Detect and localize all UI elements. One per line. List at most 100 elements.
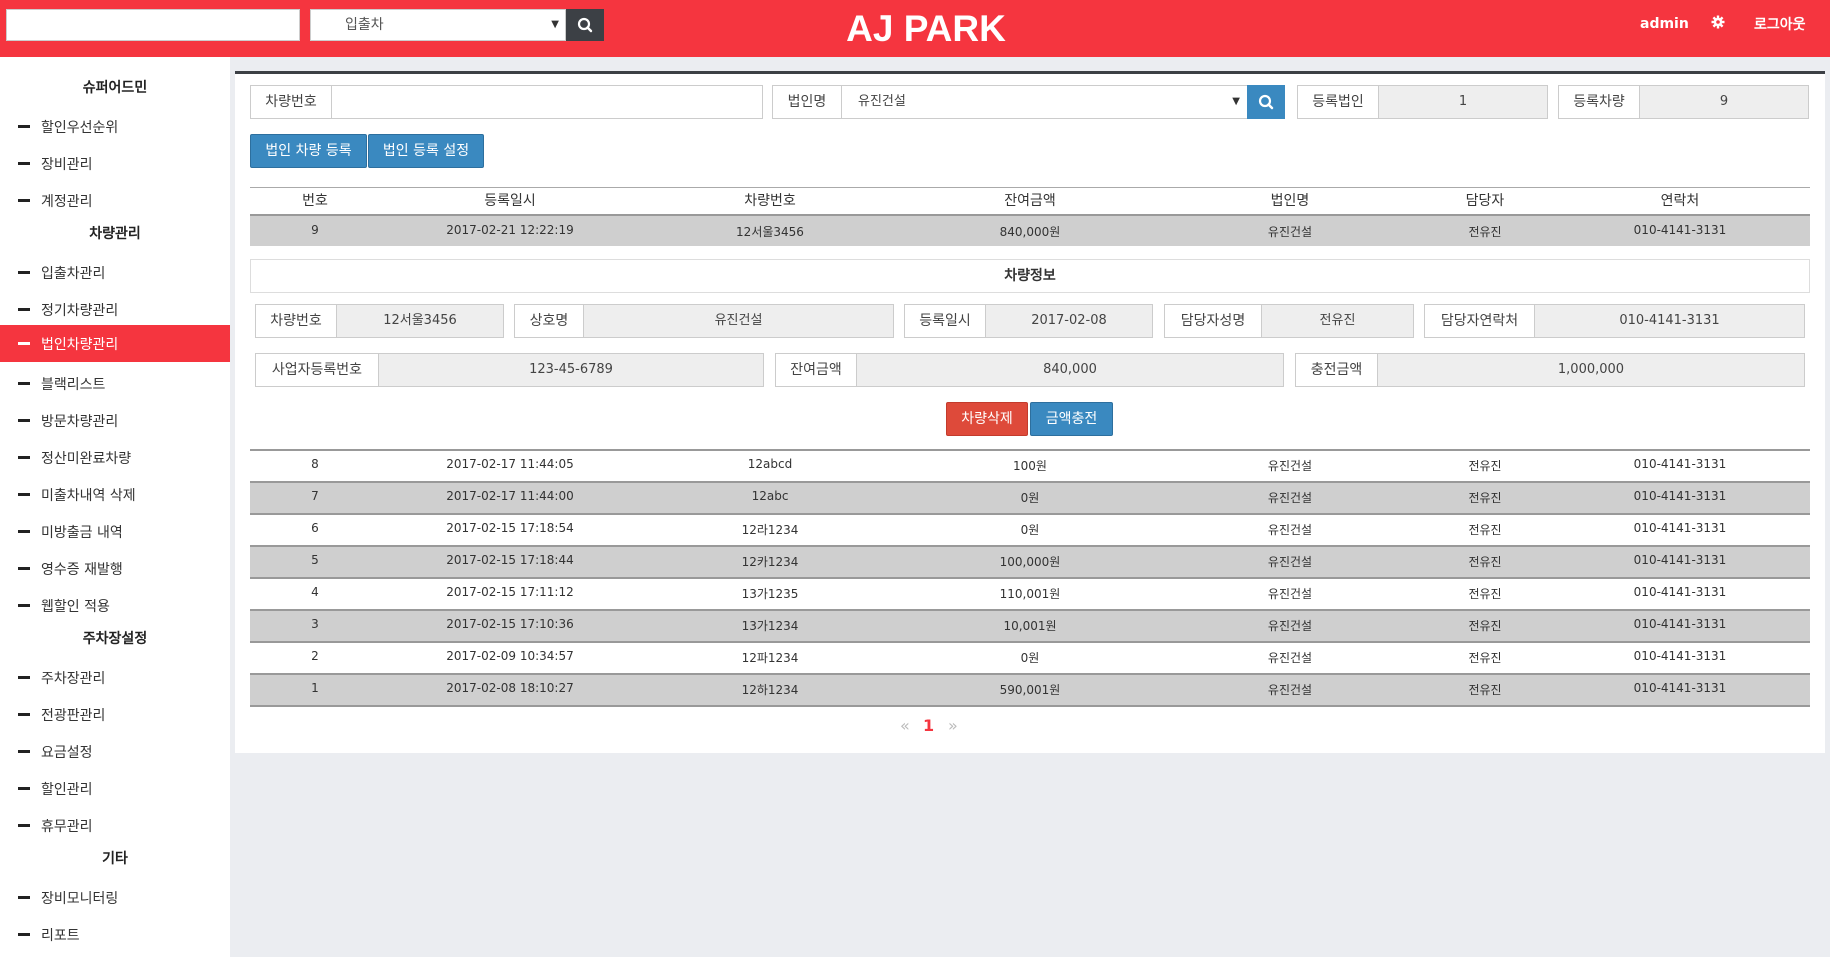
corp-name-select[interactable]: 유진건설 ▼	[842, 86, 1248, 118]
cell-corp-name: 유진건설	[1267, 587, 1313, 601]
user-name-link[interactable]: admin	[1640, 16, 1689, 32]
cell-corp-name: 유진건설	[1267, 491, 1313, 505]
column-header-phone: 연락처	[1660, 193, 1700, 209]
global-category-select[interactable]: 입출차 ▼	[310, 9, 566, 41]
table-row[interactable]: 3 2017-02-15 17:10:36 13가1234 10,001원 유진…	[250, 609, 1810, 641]
sidebar-item-label: 법인차량관리	[41, 337, 119, 353]
detail-contact: 담당자연락처 010-4141-3131	[1424, 304, 1805, 338]
cell-no: 9	[311, 223, 319, 237]
detail-contact-value: 010-4141-3131	[1535, 305, 1804, 337]
sidebar-group-superadmin: 슈퍼어드민	[82, 80, 148, 96]
sidebar-item-corporate-vehicle[interactable]: 법인차량관리	[0, 325, 230, 362]
sidebar-item-web-discount[interactable]: 웹할인 적용	[0, 587, 230, 624]
table-row[interactable]: 6 2017-02-15 17:18:54 12라1234 0원 유진건설 전유…	[250, 513, 1810, 545]
dash-icon	[18, 787, 30, 790]
dash-icon	[18, 604, 30, 607]
sidebar-group-vehicle: 차량관리	[89, 226, 141, 242]
dash-icon	[18, 382, 30, 385]
cell-reg-date: 2017-02-17 11:44:05	[446, 457, 574, 471]
cell-phone: 010-4141-3131	[1633, 223, 1727, 237]
sidebar-item-blacklist[interactable]: 블랙리스트	[0, 365, 230, 402]
global-search-input[interactable]	[6, 9, 300, 41]
table-row[interactable]: 4 2017-02-15 17:11:12 13가1235 110,001원 유…	[250, 577, 1810, 609]
sidebar-item-unpaid-exit[interactable]: 미방출금 내역	[0, 513, 230, 550]
cell-corp-name: 유진건설	[1267, 683, 1313, 697]
sidebar-item-visitor-vehicle[interactable]: 방문차량관리	[0, 402, 230, 439]
sidebar-item-device-management[interactable]: 장비관리	[0, 145, 230, 182]
cell-balance: 110,001원	[999, 587, 1061, 601]
sidebar-item-display-board[interactable]: 전광판관리	[0, 696, 230, 733]
car-number-filter-input[interactable]	[332, 86, 762, 118]
dash-icon	[18, 271, 30, 274]
delete-vehicle-button[interactable]: 차량삭제	[946, 402, 1028, 436]
search-icon	[577, 17, 593, 33]
cell-phone: 010-4141-3131	[1633, 553, 1727, 567]
pagination: « 1 »	[890, 716, 970, 740]
sidebar-item-report[interactable]: 리포트	[0, 916, 230, 953]
cell-reg-date: 2017-02-17 11:44:00	[446, 489, 574, 503]
cell-manager: 전유진	[1468, 491, 1502, 505]
table-row[interactable]: 5 2017-02-15 17:18:44 12카1234 100,000원 유…	[250, 545, 1810, 577]
sidebar-item-label: 정산미완료차량	[41, 451, 132, 467]
sidebar-item-regular-vehicle[interactable]: 정기차량관리	[0, 291, 230, 328]
registered-corp-label: 등록법인	[1298, 86, 1379, 118]
column-header-no: 번호	[302, 193, 328, 209]
corp-name-filter-label: 법인명	[773, 86, 842, 118]
global-search-button[interactable]	[566, 9, 604, 41]
dash-icon	[18, 419, 30, 422]
sidebar-item-discount-priority[interactable]: 할인우선순위	[0, 108, 230, 145]
detail-reg-date: 등록일시 2017-02-08	[904, 304, 1153, 338]
pagination-prev[interactable]: «	[900, 716, 910, 735]
cell-manager: 전유진	[1468, 225, 1502, 239]
table-row[interactable]: 1 2017-02-08 18:10:27 12하1234 590,001원 유…	[250, 673, 1810, 707]
settings-button[interactable]	[1710, 14, 1726, 30]
cell-reg-date: 2017-02-09 10:34:57	[446, 649, 574, 663]
table-row[interactable]: 2 2017-02-09 10:34:57 12파1234 0원 유진건설 전유…	[250, 641, 1810, 673]
sidebar-item-receipt-reissue[interactable]: 영수증 재발행	[0, 550, 230, 587]
column-header-manager: 담당자	[1465, 193, 1505, 209]
dash-icon	[18, 342, 30, 345]
register-corp-car-button[interactable]: 법인 차량 등록	[250, 134, 367, 168]
sidebar-item-parking-lot[interactable]: 주차장관리	[0, 659, 230, 696]
cell-phone: 010-4141-3131	[1633, 649, 1727, 663]
cell-balance: 0원	[1020, 651, 1040, 665]
dash-icon	[18, 933, 30, 936]
sidebar-item-fee-settings[interactable]: 요금설정	[0, 733, 230, 770]
cell-manager: 전유진	[1468, 683, 1502, 697]
detail-reg-date-label: 등록일시	[905, 305, 986, 337]
corp-registration-settings-button[interactable]: 법인 등록 설정	[368, 134, 484, 168]
sidebar-item-discount-management[interactable]: 할인관리	[0, 770, 230, 807]
sidebar-item-delete-unexited[interactable]: 미출차내역 삭제	[0, 476, 230, 513]
pagination-page-1[interactable]: 1	[923, 716, 934, 735]
charge-amount-button[interactable]: 금액충전	[1030, 402, 1113, 436]
cell-car-number: 12abc	[751, 489, 789, 503]
dash-icon	[18, 824, 30, 827]
sidebar-item-label: 할인관리	[41, 782, 93, 798]
detail-balance-label: 잔여금액	[776, 354, 857, 386]
sidebar-item-holiday-management[interactable]: 휴무관리	[0, 807, 230, 844]
cell-manager: 전유진	[1468, 651, 1502, 665]
table-row[interactable]: 8 2017-02-17 11:44:05 12abcd 100원 유진건설 전…	[250, 449, 1810, 481]
table-row[interactable]: 7 2017-02-17 11:44:00 12abc 0원 유진건설 전유진 …	[250, 481, 1810, 513]
cell-no: 4	[311, 585, 319, 599]
brand-logo[interactable]: AJ PARK	[826, 6, 1026, 51]
sidebar-item-entry-exit[interactable]: 입출차관리	[0, 254, 230, 291]
logout-link[interactable]: 로그아웃	[1754, 14, 1806, 34]
dash-icon	[18, 676, 30, 679]
table-row-selected[interactable]: 9 2017-02-21 12:22:19 12서울3456 840,000원 …	[250, 214, 1810, 246]
cell-corp-name: 유진건설	[1267, 225, 1313, 239]
registered-car-count: 등록차량 9	[1558, 85, 1809, 119]
sidebar-item-label: 계정관리	[41, 194, 93, 210]
column-header-car-number: 차량번호	[744, 193, 796, 209]
corp-search-button[interactable]	[1247, 85, 1285, 119]
dash-icon	[18, 530, 30, 533]
sidebar-item-label: 미방출금 내역	[41, 525, 123, 541]
sidebar-item-account-management[interactable]: 계정관리	[0, 182, 230, 219]
pagination-next[interactable]: »	[948, 716, 958, 735]
sidebar-item-label: 리포트	[41, 928, 80, 944]
sidebar-item-unsettled-vehicle[interactable]: 정산미완료차량	[0, 439, 230, 476]
registered-car-value: 9	[1640, 86, 1808, 118]
sidebar-item-device-monitoring[interactable]: 장비모니터링	[0, 879, 230, 916]
cell-corp-name: 유진건설	[1267, 555, 1313, 569]
sidebar-item-label: 웹할인 적용	[41, 599, 110, 615]
